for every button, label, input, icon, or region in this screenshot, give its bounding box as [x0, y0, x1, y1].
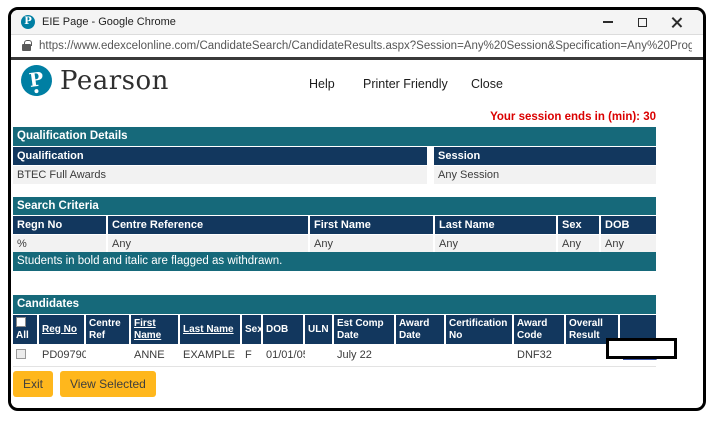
last-name-cell: EXAMPLE — [180, 345, 240, 366]
minimize-icon — [603, 21, 613, 23]
qualification-value-row: BTEC Full Awards Any Session — [13, 166, 656, 184]
sex-column-header: Sex — [558, 216, 599, 234]
first-name-column-header[interactable]: First Name — [131, 315, 178, 344]
first-name-cell: ANNE — [131, 345, 178, 366]
candidates-section-bar: Candidates — [13, 295, 656, 314]
select-all-checkbox[interactable] — [16, 317, 26, 327]
est-comp-date-cell: July 22 — [334, 345, 394, 366]
actions-column-header — [620, 315, 656, 344]
details-link[interactable]: Details — [623, 349, 657, 361]
qualification-details-section-bar: Qualification Details — [13, 127, 656, 146]
reg-no-column-header[interactable]: Reg No — [39, 315, 84, 344]
regn-no-value: % — [13, 235, 106, 253]
sex-cell: F — [242, 345, 261, 366]
dob-column-header: DOB — [263, 315, 303, 344]
award-code-column-header: Award Code — [514, 315, 564, 344]
action-buttons: Exit View Selected — [13, 371, 156, 397]
reg-no-cell: PD09790 — [39, 345, 84, 366]
row-checkbox[interactable] — [16, 349, 26, 359]
qualification-value: BTEC Full Awards — [13, 166, 427, 184]
certification-no-column-header: Certification No — [446, 315, 512, 344]
close-icon — [671, 17, 682, 28]
pearson-favicon-icon: P — [21, 15, 35, 29]
details-cell: Details — [620, 345, 656, 366]
qualification-details-title: Qualification Details — [13, 127, 427, 146]
brand-name: Pearson — [60, 66, 169, 96]
first-name-value: Any — [310, 235, 433, 253]
dob-cell: 01/01/05 — [263, 345, 303, 366]
nav-help-link[interactable]: Help — [309, 77, 335, 91]
page-content: P Pearson Help Printer Friendly Close Yo… — [11, 60, 703, 407]
centre-reference-value: Any — [108, 235, 308, 253]
row-select-cell — [13, 345, 37, 366]
regn-no-column-header: Regn No — [13, 216, 106, 234]
first-name-column-header: First Name — [310, 216, 433, 234]
address-bar[interactable]: https://www.edexcelonline.com/CandidateS… — [11, 35, 703, 57]
overall-result-cell — [566, 345, 618, 366]
maximize-button[interactable] — [625, 11, 659, 33]
est-comp-date-column-header: Est Comp Date — [334, 315, 394, 344]
qualification-details-bar-spacer — [434, 127, 656, 146]
award-date-cell — [396, 345, 444, 366]
search-criteria-section-bar: Search Criteria — [13, 197, 656, 215]
uln-column-header: ULN — [305, 315, 332, 344]
centre-reference-column-header: Centre Reference — [108, 216, 308, 234]
pearson-logo: P Pearson — [21, 65, 169, 96]
uln-cell — [305, 345, 332, 366]
award-date-column-header: Award Date — [396, 315, 444, 344]
url-text[interactable]: https://www.edexcelonline.com/CandidateS… — [39, 40, 692, 52]
view-selected-button[interactable]: View Selected — [60, 371, 156, 397]
select-all-cell: All — [13, 315, 37, 344]
search-criteria-header-row: Regn No Centre Reference First Name Last… — [13, 216, 656, 234]
candidates-header-row: All Reg No Centre Ref First Name Last Na… — [13, 315, 656, 344]
overall-result-column-header: Overall Result — [566, 315, 618, 344]
last-name-column-header[interactable]: Last Name — [180, 315, 240, 344]
sex-value: Any — [558, 235, 599, 253]
nav-printer-friendly-link[interactable]: Printer Friendly — [363, 77, 448, 91]
window-title: EIE Page - Google Chrome — [42, 16, 176, 28]
session-value: Any Session — [434, 166, 656, 184]
qualification-column-header: Qualification — [13, 147, 427, 165]
close-window-button[interactable] — [659, 11, 693, 33]
window-titlebar: P EIE Page - Google Chrome — [11, 10, 703, 35]
last-name-value: Any — [435, 235, 556, 253]
session-timeout-notice: Your session ends in (min): 30 — [13, 111, 656, 123]
dob-column-header: DOB — [601, 216, 656, 234]
select-all-label: All — [16, 330, 29, 342]
exit-button[interactable]: Exit — [13, 371, 53, 397]
sex-column-header: Sex — [242, 315, 261, 344]
centre-ref-column-header: Centre Ref — [86, 315, 129, 344]
minimize-button[interactable] — [591, 11, 625, 33]
withdrawn-note-bar: Students in bold and italic are flagged … — [13, 252, 656, 271]
nav-close-link[interactable]: Close — [471, 77, 503, 91]
browser-window: P EIE Page - Google Chrome https://www.e… — [8, 7, 706, 411]
last-name-column-header: Last Name — [435, 216, 556, 234]
pearson-logo-icon: P — [19, 63, 54, 98]
padlock-icon — [22, 44, 31, 51]
qualification-header-row: Qualification Session — [13, 147, 656, 165]
candidate-table-row: PD09790 ANNE EXAMPLE F 01/01/05 July 22 … — [13, 345, 656, 367]
award-code-cell: DNF32 — [514, 345, 564, 366]
maximize-icon — [638, 18, 647, 27]
search-criteria-value-row: % Any Any Any Any Any — [13, 235, 656, 253]
centre-ref-cell — [86, 345, 129, 366]
dob-value: Any — [601, 235, 656, 253]
session-column-header: Session — [434, 147, 656, 165]
certification-no-cell — [446, 345, 512, 366]
